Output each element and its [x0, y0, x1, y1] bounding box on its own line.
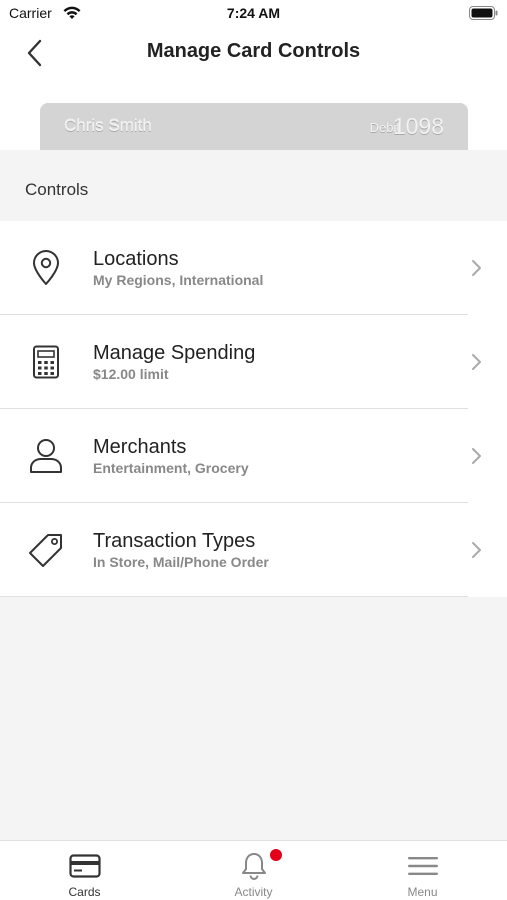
tab-bar: Cards Activity Menu [0, 840, 507, 900]
battery-icon [469, 6, 498, 20]
control-title: Transaction Types [93, 530, 256, 552]
page-title: Manage Card Controls [146, 40, 361, 62]
chevron-right-icon [472, 260, 481, 276]
tag-icon [26, 530, 66, 570]
bell-icon [237, 852, 271, 880]
tab-menu[interactable]: Menu [338, 841, 507, 900]
location-pin-icon [26, 248, 66, 288]
control-row-manage-spending[interactable]: Manage Spending $12.00 limit [0, 315, 507, 409]
controls-section-header: Controls [0, 150, 507, 221]
control-row-merchants[interactable]: Merchants Entertainment, Grocery [0, 409, 507, 503]
status-time: 7:24 AM [226, 5, 281, 21]
control-title: Merchants [93, 436, 187, 458]
card-icon [68, 852, 102, 880]
tab-activity[interactable]: Activity [169, 841, 338, 900]
status-bar: Carrier 7:24 AM [0, 0, 507, 28]
hamburger-icon [406, 852, 440, 880]
chevron-right-icon [472, 354, 481, 370]
tab-label: Cards [68, 885, 101, 899]
header: Manage Card Controls Chris Smith Debit 1… [0, 28, 507, 150]
calculator-icon [26, 342, 66, 382]
tab-label: Activity [234, 885, 273, 899]
control-title: Locations [93, 248, 179, 270]
control-title: Manage Spending [93, 342, 256, 364]
card-preview[interactable]: Chris Smith Debit 1098 [40, 103, 468, 150]
control-subtitle: In Store, Mail/Phone Order [93, 554, 269, 570]
chevron-right-icon [472, 542, 481, 558]
control-subtitle: Entertainment, Grocery [93, 460, 249, 476]
controls-list: Locations My Regions, International Mana… [0, 221, 507, 597]
control-row-locations[interactable]: Locations My Regions, International [0, 221, 507, 315]
card-last4: 1098 [392, 113, 444, 139]
card-holder-name: Chris Smith [64, 116, 152, 135]
chevron-right-icon [472, 448, 481, 464]
control-subtitle: My Regions, International [93, 272, 264, 288]
section-title: Controls [25, 180, 89, 199]
tab-label: Menu [407, 885, 438, 899]
control-row-transaction-types[interactable]: Transaction Types In Store, Mail/Phone O… [0, 503, 507, 597]
tab-cards[interactable]: Cards [0, 841, 169, 900]
control-subtitle: $12.00 limit [93, 366, 169, 382]
activity-badge [270, 849, 282, 861]
person-icon [26, 436, 66, 476]
